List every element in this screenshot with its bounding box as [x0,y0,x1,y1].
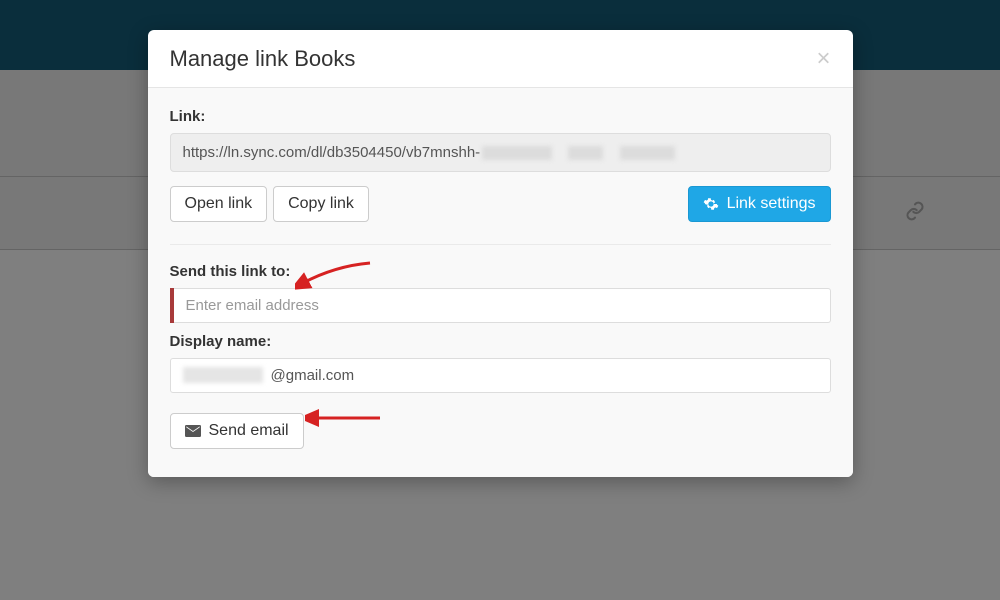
redacted-segment [568,146,603,160]
gear-icon [703,196,719,212]
redacted-segment [620,146,675,160]
open-link-button[interactable]: Open link [170,186,268,222]
link-url-text: https://ln.sync.com/dl/db3504450/vb7mnsh… [183,144,481,161]
link-settings-button[interactable]: Link settings [688,186,831,222]
display-name-label: Display name: [170,333,831,350]
send-to-label: Send this link to: [170,263,831,280]
send-email-button[interactable]: Send email [170,413,304,449]
link-settings-label: Link settings [727,195,816,213]
email-input[interactable] [174,288,831,323]
modal-overlay[interactable]: Manage link Books × Link: https://ln.syn… [0,0,1000,600]
close-icon: × [816,45,830,72]
close-button[interactable]: × [816,47,830,71]
modal-header: Manage link Books × [148,30,853,88]
modal-title: Manage link Books [170,46,356,72]
email-input-wrapper [170,288,831,323]
link-url-field[interactable]: https://ln.sync.com/dl/db3504450/vb7mnsh… [170,133,831,172]
copy-link-button[interactable]: Copy link [273,186,369,222]
display-name-input[interactable] [170,358,831,393]
redacted-segment [482,146,552,160]
button-row: Open link Copy link Link settings [170,186,831,245]
send-email-label: Send email [209,422,289,440]
redacted-name [183,367,263,383]
link-label: Link: [170,108,831,125]
left-button-group: Open link Copy link [170,186,369,222]
modal-body: Link: https://ln.sync.com/dl/db3504450/v… [148,88,853,477]
manage-link-modal: Manage link Books × Link: https://ln.syn… [148,30,853,477]
envelope-icon [185,424,201,438]
display-name-wrapper [170,358,831,405]
